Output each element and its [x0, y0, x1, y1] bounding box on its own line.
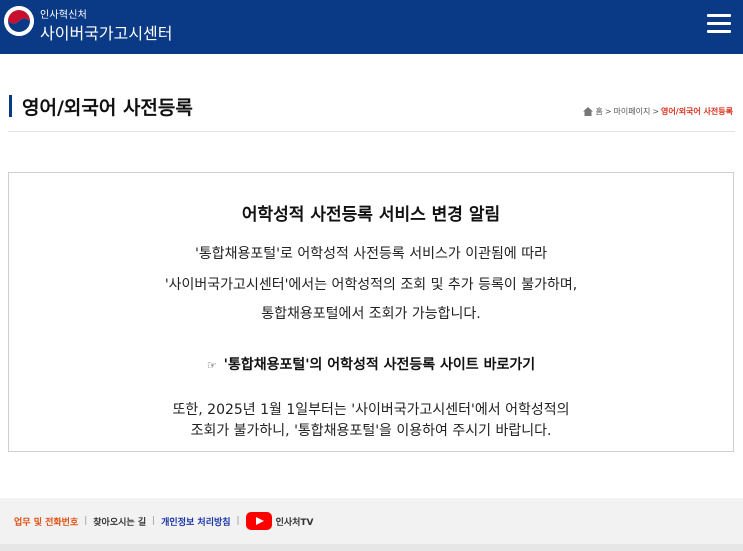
- footer-link-contacts[interactable]: 업무 및 전화번호: [14, 515, 78, 528]
- government-emblem-logo[interactable]: [4, 6, 34, 36]
- pointing-hand-icon: ☞: [206, 359, 217, 372]
- portal-shortcut-link[interactable]: ☞ '통합채용포털'의 어학성적 사전등록 사이트 바로가기: [9, 354, 733, 374]
- footer-separator: |: [236, 516, 240, 526]
- title-accent-bar: [9, 95, 12, 117]
- notice-line: '통합채용포털'로 어학성적 사전등록 서비스가 이관됨에 따라: [195, 246, 547, 262]
- footer-link-directions[interactable]: 찾아오시는 길: [93, 515, 146, 528]
- breadcrumb: 홈 > 마이페이지 > 영어/외국어 사전등록: [583, 106, 733, 117]
- footer-bottom-strip: [0, 544, 743, 551]
- footer-separator: |: [152, 516, 156, 526]
- footer-separator: |: [84, 516, 88, 526]
- notice-title: 어학성적 사전등록 서비스 변경 알림: [241, 205, 501, 225]
- org-name-small: 인사혁신처: [40, 10, 87, 21]
- youtube-icon: [245, 512, 272, 530]
- notice-line: 조회가 불가하니, '통합채용포털'을 이용하여 주시기 바랍니다.: [190, 423, 552, 439]
- notice-line: 통합채용포털에서 조회가 가능합니다.: [261, 306, 481, 322]
- title-divider: [8, 131, 735, 132]
- notice-box: 어학성적 사전등록 서비스 변경 알림 '통합채용포털'로 어학성적 사전등록 …: [8, 172, 734, 452]
- menu-bar-line: [707, 14, 731, 17]
- site-header: 인사혁신처 사이버국가고시센터: [0, 0, 743, 54]
- breadcrumb-current: 영어/외국어 사전등록: [661, 107, 733, 116]
- notice-line: 또한, 2025년 1월 1일부터는 '사이버국가고시센터'에서 어학성적의: [172, 402, 570, 418]
- youtube-label: 인사처TV: [275, 517, 314, 528]
- menu-bar-line: [707, 30, 731, 33]
- home-icon[interactable]: [583, 107, 594, 116]
- site-name[interactable]: 사이버국가고시센터: [40, 20, 172, 44]
- breadcrumb-home[interactable]: 홈: [595, 106, 602, 117]
- portal-shortcut-text[interactable]: '통합채용포털'의 어학성적 사전등록 사이트 바로가기: [224, 357, 535, 373]
- footer-links: 업무 및 전화번호 | 찾아오시는 길 | 개인정보 처리방침 | 인사처TV: [14, 512, 314, 530]
- page-title: 영어/외국어 사전등록: [22, 97, 193, 119]
- footer-link-youtube[interactable]: 인사처TV: [245, 512, 314, 530]
- site-footer: 업무 및 전화번호 | 찾아오시는 길 | 개인정보 처리방침 | 인사처TV: [0, 498, 743, 544]
- breadcrumb-mypage[interactable]: 마이페이지: [614, 106, 651, 117]
- breadcrumb-separator: >: [652, 107, 660, 116]
- hamburger-menu-icon[interactable]: [707, 14, 731, 34]
- footer-link-privacy[interactable]: 개인정보 처리방침: [161, 515, 230, 528]
- menu-bar-line: [707, 22, 731, 25]
- notice-line: '사이버국가고시센터'에서는 어학성적의 조회 및 추가 등록이 불가하며,: [164, 277, 578, 293]
- breadcrumb-separator: >: [604, 107, 612, 116]
